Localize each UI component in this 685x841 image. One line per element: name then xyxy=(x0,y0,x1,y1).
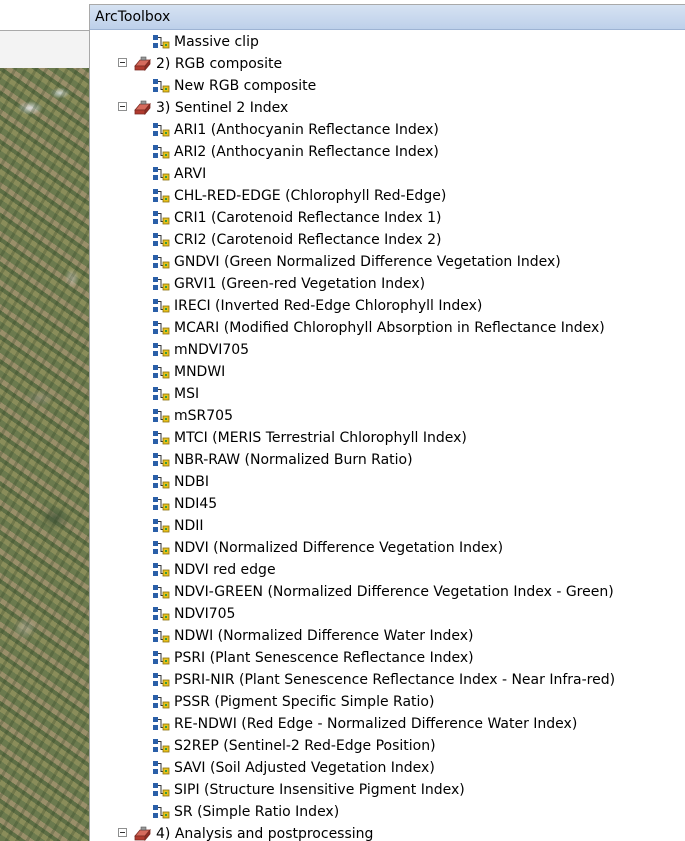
tree-item-label: mNDVI705 xyxy=(174,342,250,358)
satellite-image[interactable] xyxy=(0,68,91,841)
model-tool-icon xyxy=(152,386,170,402)
tree-item-label: ARI2 (Anthocyanin Reflectance Index) xyxy=(174,144,439,160)
tree-item-label: 2) RGB composite xyxy=(156,56,283,72)
collapse-minus-icon[interactable] xyxy=(118,828,127,837)
tree-item-label: MNDWI xyxy=(174,364,226,380)
tree-item-label: NDVI-GREEN (Normalized Difference Vegeta… xyxy=(174,584,614,600)
model-tool-icon xyxy=(152,496,170,512)
model-tool-icon xyxy=(152,672,170,688)
tree-item-label: New RGB composite xyxy=(174,78,317,94)
model-tool-icon xyxy=(152,122,170,138)
tree-item-label: PSSR (Pigment Specific Simple Ratio) xyxy=(174,694,435,710)
tree-item-label: ARVI xyxy=(174,166,207,182)
model-tool-icon xyxy=(152,166,170,182)
model-tool-icon xyxy=(152,716,170,732)
model-tool-icon xyxy=(152,364,170,380)
model-tool-icon xyxy=(152,232,170,248)
tree-item-label: RE-NDWI (Red Edge - Normalized Differenc… xyxy=(174,716,578,732)
model-tool-icon xyxy=(152,298,170,314)
model-tool-icon xyxy=(152,210,170,226)
tree-item-label: NDVI red edge xyxy=(174,562,276,578)
model-tool-icon xyxy=(152,606,170,622)
model-tool-icon xyxy=(152,276,170,292)
tree-item-label: 3) Sentinel 2 Index xyxy=(156,100,289,116)
tree-item-label: MTCI (MERIS Terrestrial Chlorophyll Inde… xyxy=(174,430,467,446)
tree-item-label: NBR-RAW (Normalized Burn Ratio) xyxy=(174,452,413,468)
model-tool-icon xyxy=(152,474,170,490)
tree-item-label: SR (Simple Ratio Index) xyxy=(174,804,340,820)
model-tool-icon xyxy=(152,342,170,358)
collapse-minus-icon[interactable] xyxy=(118,58,127,67)
tree-item-label: IRECI (Inverted Red-Edge Chlorophyll Ind… xyxy=(174,298,483,314)
model-tool-icon xyxy=(152,78,170,94)
model-tool-icon xyxy=(152,144,170,160)
model-tool-icon xyxy=(152,452,170,468)
model-tool-icon xyxy=(152,34,170,50)
tree-item-label: SIPI (Structure Insensitive Pigment Inde… xyxy=(174,782,465,798)
tree-item-label: Massive clip xyxy=(174,34,259,50)
arctoolbox-panel: ArcToolbox Massive clip 2) RGB composite N… xyxy=(89,4,685,841)
tree-item-label: NDII xyxy=(174,518,204,534)
model-tool-icon xyxy=(152,804,170,820)
model-tool-icon xyxy=(152,540,170,556)
tree-item-label: S2REP (Sentinel-2 Red-Edge Position) xyxy=(174,738,436,754)
model-tool-icon xyxy=(152,408,170,424)
tree-item-label: GNDVI (Green Normalized Difference Veget… xyxy=(174,254,561,270)
tree-item-label: SAVI (Soil Adjusted Vegetation Index) xyxy=(174,760,435,776)
tree-item-label: PSRI (Plant Senescence Reflectance Index… xyxy=(174,650,474,666)
model-tool-icon xyxy=(152,782,170,798)
tree-item-label: NDVI (Normalized Difference Vegetation I… xyxy=(174,540,504,556)
tree-item-label: MCARI (Modified Chlorophyll Absorption i… xyxy=(174,320,605,336)
tree-item-label: 4) Analysis and postprocessing xyxy=(156,826,374,841)
tree-item-label: NDWI (Normalized Difference Water Index) xyxy=(174,628,474,644)
model-tool-icon xyxy=(152,628,170,644)
tree-item-label: GRVI1 (Green-red Vegetation Index) xyxy=(174,276,426,292)
model-tool-icon xyxy=(152,188,170,204)
toolset-icon xyxy=(134,56,151,72)
tree-item-label: CHL-RED-EDGE (Chlorophyll Red-Edge) xyxy=(174,188,447,204)
tree-item-label: NDBI xyxy=(174,474,209,490)
model-tool-icon xyxy=(152,738,170,754)
toolbox-tree: Massive clip 2) RGB composite New RGB comp… xyxy=(90,30,685,841)
tree-item-label: NDI45 xyxy=(174,496,218,512)
model-tool-icon xyxy=(152,320,170,336)
model-tool-icon xyxy=(152,650,170,666)
tree-item-label: mSR705 xyxy=(174,408,233,424)
tree-item-label: CRI2 (Carotenoid Reflectance Index 2) xyxy=(174,232,442,248)
panel-title: ArcToolbox xyxy=(90,5,685,30)
tree-item-label: ARI1 (Anthocyanin Reflectance Index) xyxy=(174,122,439,138)
map-toolbar-strip xyxy=(0,0,91,31)
model-tool-icon xyxy=(152,430,170,446)
toolset-icon xyxy=(134,100,151,116)
tree-item-label: MSI xyxy=(174,386,200,402)
model-tool-icon xyxy=(152,562,170,578)
map-view[interactable] xyxy=(0,0,91,841)
tree-item-label: CRI1 (Carotenoid Reflectance Index 1) xyxy=(174,210,442,226)
model-tool-icon xyxy=(152,254,170,270)
toolset-icon xyxy=(134,826,151,841)
model-tool-icon xyxy=(152,584,170,600)
tree-item-label: NDVI705 xyxy=(174,606,236,622)
model-tool-icon xyxy=(152,694,170,710)
collapse-minus-icon[interactable] xyxy=(118,102,127,111)
tree-item-label: PSRI-NIR (Plant Senescence Reflectance I… xyxy=(174,672,616,688)
model-tool-icon xyxy=(152,760,170,776)
model-tool-icon xyxy=(152,518,170,534)
